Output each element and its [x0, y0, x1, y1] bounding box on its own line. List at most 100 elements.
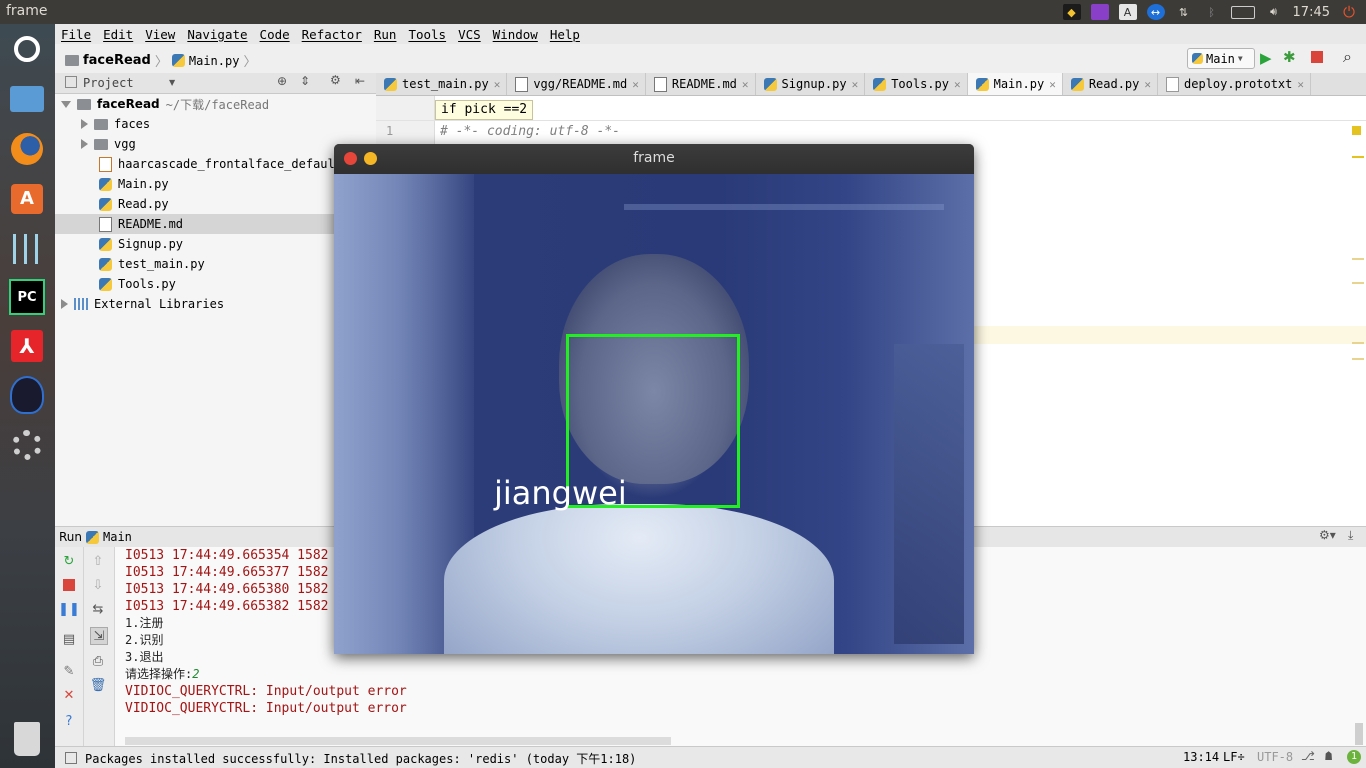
stop-icon[interactable] — [61, 577, 77, 593]
menu-file[interactable]: File — [55, 27, 97, 42]
tree-item-faces[interactable]: faces — [81, 114, 150, 134]
pdf-reader-icon[interactable]: ⅄ — [6, 325, 48, 367]
scroll-marker[interactable] — [1352, 156, 1364, 158]
vertical-scrollbar[interactable] — [1355, 723, 1363, 745]
files-icon[interactable] — [6, 78, 48, 120]
gear-icon[interactable]: ⚙▾ — [1319, 528, 1336, 542]
scroll-marker[interactable] — [1352, 282, 1364, 284]
screen-icon[interactable] — [1090, 4, 1109, 20]
tree-item-tools-py[interactable]: Tools.py — [99, 274, 176, 294]
tab-main-py[interactable]: Main.py ✕ — [967, 73, 1063, 95]
chevron-right-icon[interactable] — [81, 139, 88, 149]
close-icon[interactable]: ✕ — [61, 687, 77, 703]
run-icon[interactable]: ▶ — [1260, 49, 1272, 67]
breadcrumb-file[interactable]: Main.py — [189, 54, 240, 68]
menu-refactor[interactable]: Refactor — [296, 27, 368, 42]
warning-marker[interactable] — [1352, 126, 1361, 135]
notifications-badge[interactable]: 1 — [1347, 750, 1361, 764]
print-icon[interactable]: ⎙ — [90, 653, 106, 669]
close-icon[interactable]: ✕ — [494, 78, 501, 91]
arrow-up-icon[interactable]: ⇧ — [90, 553, 106, 569]
trash-icon[interactable] — [6, 718, 48, 760]
locate-target-icon[interactable]: ⊕ — [277, 74, 287, 88]
chevron-right-icon[interactable] — [61, 299, 68, 309]
power-icon[interactable]: ⏻ — [1340, 3, 1358, 21]
scroll-marker[interactable] — [1352, 342, 1364, 344]
camera-frame-window[interactable]: frame jiangwei — [334, 144, 974, 654]
horizontal-scrollbar[interactable] — [125, 737, 671, 745]
software-center-icon[interactable]: A — [6, 178, 48, 220]
tree-item-read-py[interactable]: Read.py — [99, 194, 169, 214]
run-config-select[interactable]: Main ▼ — [1187, 48, 1255, 69]
scroll-marker[interactable] — [1352, 358, 1364, 360]
toggle-tool-windows-icon[interactable] — [65, 752, 77, 764]
tab-vgg-readme[interactable]: vgg/README.md ✕ — [507, 73, 646, 95]
tab-test-main-py[interactable]: test_main.py ✕ — [376, 73, 508, 95]
pin-icon[interactable]: ✎ — [61, 663, 77, 679]
qq-icon[interactable] — [6, 374, 48, 416]
gear-icon[interactable]: ⚙ — [330, 73, 341, 87]
stop-icon[interactable] — [1311, 51, 1323, 63]
breadcrumb-project[interactable]: faceRead — [83, 53, 151, 68]
tree-item-external-libraries[interactable]: External Libraries — [61, 294, 224, 314]
hide-panel-icon[interactable]: ⤓ — [1348, 528, 1353, 543]
settings-gear-icon[interactable] — [6, 424, 48, 466]
tab-tools-py[interactable]: Tools.py ✕ — [865, 73, 968, 95]
firefox-icon[interactable] — [6, 128, 48, 170]
pycharm-icon[interactable]: PC — [6, 276, 48, 318]
git-branch-icon[interactable]: ⎇ — [1301, 749, 1315, 763]
tree-item-test-main-py[interactable]: test_main.py — [99, 254, 205, 274]
search-everywhere-icon[interactable]: ⌕ — [1343, 47, 1352, 67]
ubuntu-dash-icon[interactable] — [6, 28, 48, 70]
debug-bug-icon[interactable]: ✱ — [1283, 48, 1296, 66]
tab-deploy-prototxt[interactable]: deploy.prototxt ✕ — [1158, 73, 1312, 95]
close-icon[interactable]: ✕ — [954, 78, 961, 91]
help-icon[interactable]: ? — [61, 713, 77, 729]
keyboard-a-icon[interactable]: A — [1118, 4, 1137, 20]
battery-icon[interactable] — [1230, 5, 1255, 19]
chevron-down-icon[interactable] — [61, 100, 71, 108]
chevron-down-icon[interactable]: ▼ — [169, 78, 175, 87]
scroll-to-end-icon[interactable]: ⇲ — [90, 627, 108, 645]
menu-window[interactable]: Window — [487, 27, 544, 42]
tab-signup-py[interactable]: Signup.py ✕ — [756, 73, 866, 95]
tree-item-signup-py[interactable]: Signup.py — [99, 234, 183, 254]
line-separator[interactable]: LF÷ — [1223, 750, 1245, 764]
menu-run[interactable]: Run — [368, 27, 403, 42]
code-line[interactable]: # -*- coding: utf-8 -*- — [440, 124, 620, 139]
scroll-marker[interactable] — [1352, 258, 1364, 260]
dump-threads-icon[interactable]: ▤ — [61, 631, 77, 647]
menu-edit[interactable]: Edit — [97, 27, 139, 42]
tree-item-haarcascade[interactable]: haarcascade_frontalface_default.xml — [99, 154, 371, 174]
status-message[interactable]: Packages installed successfully: Install… — [85, 750, 636, 767]
project-view-label[interactable]: Project — [83, 76, 134, 90]
close-icon[interactable]: ✕ — [852, 78, 859, 91]
soft-wrap-icon[interactable]: ⇆ — [90, 601, 106, 617]
close-icon[interactable]: ✕ — [1049, 78, 1056, 91]
bluetooth-icon[interactable]: ᛒ — [1203, 4, 1221, 20]
qq-penguin-icon[interactable]: ◆ — [1062, 4, 1081, 20]
frame-title-bar[interactable]: frame — [334, 144, 974, 174]
network-arrows-icon[interactable]: ⇅ — [1175, 4, 1193, 20]
close-icon[interactable]: ✕ — [632, 78, 639, 91]
volume-icon[interactable]: 🔊︎ — [1265, 4, 1283, 20]
clock[interactable]: 17:45 — [1293, 5, 1330, 20]
menu-view[interactable]: View — [139, 27, 181, 42]
close-icon[interactable]: ✕ — [1144, 78, 1151, 91]
tree-item-readme[interactable]: README.md — [99, 214, 183, 234]
tab-read-py[interactable]: Read.py ✕ — [1063, 73, 1159, 95]
collapse-all-icon[interactable]: ⇕ — [300, 74, 310, 88]
close-icon[interactable]: ✕ — [1297, 78, 1304, 91]
chevron-right-icon[interactable] — [81, 119, 88, 129]
teamviewer-icon[interactable]: ↔ — [1146, 4, 1165, 20]
run-tab-main[interactable]: Main — [103, 530, 132, 544]
menu-tools[interactable]: Tools — [402, 27, 452, 42]
pause-icon[interactable]: ❚❚ — [58, 601, 80, 617]
inspector-icon[interactable]: ☗ — [1325, 749, 1332, 763]
menu-code[interactable]: Code — [254, 27, 296, 42]
tree-root[interactable]: faceRead ~/下载/faceRead — [61, 94, 269, 114]
caret-position[interactable]: 13:14 — [1183, 750, 1219, 764]
menu-navigate[interactable]: Navigate — [181, 27, 253, 42]
file-encoding[interactable]: UTF-8 — [1257, 750, 1293, 764]
trash-icon[interactable]: 🗑︎ — [90, 677, 107, 693]
